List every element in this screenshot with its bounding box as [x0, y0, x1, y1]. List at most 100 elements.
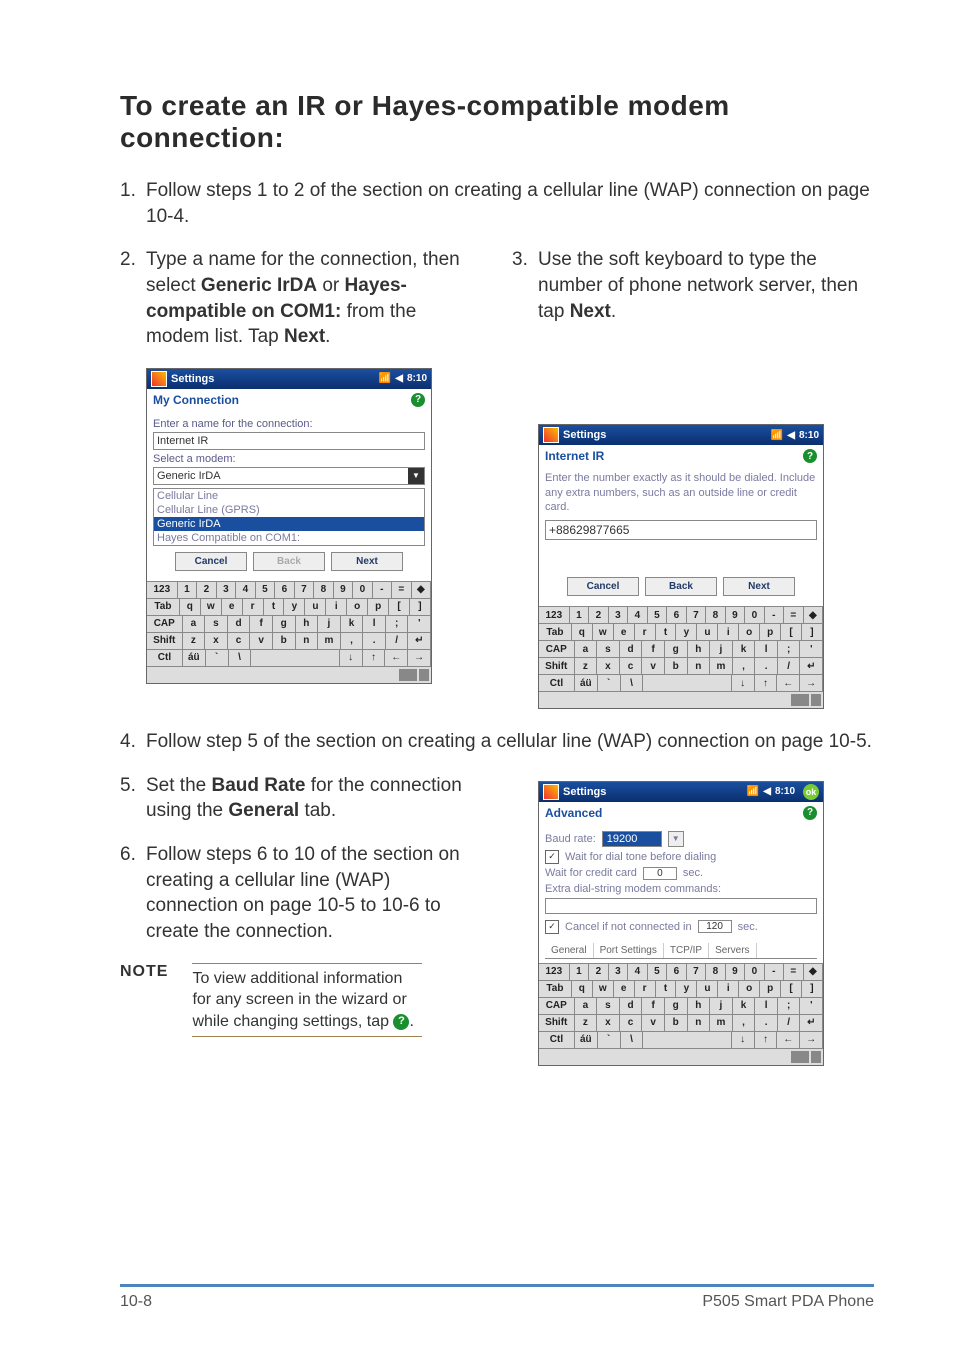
key[interactable]: r [243, 599, 264, 616]
enter-key-icon[interactable]: ↵ [800, 658, 823, 675]
key[interactable]: h [688, 641, 711, 658]
key[interactable]: 2 [589, 607, 609, 624]
key[interactable]: w [593, 981, 614, 998]
key[interactable]: k [341, 616, 364, 633]
key[interactable]: [ [781, 981, 802, 998]
key[interactable]: j [710, 998, 733, 1015]
key[interactable]: ' [408, 616, 431, 633]
key[interactable]: p [760, 624, 781, 641]
key[interactable]: m [710, 1015, 733, 1032]
start-flag-icon[interactable] [543, 784, 559, 800]
list-item[interactable]: Hayes Compatible on COM1: [154, 531, 424, 545]
help-icon[interactable]: ? [411, 393, 425, 407]
key[interactable]: o [739, 624, 760, 641]
tab-servers[interactable]: Servers [709, 943, 756, 958]
key[interactable]: i [718, 981, 739, 998]
key[interactable]: 6 [667, 964, 687, 981]
key[interactable]: f [642, 998, 665, 1015]
key[interactable]: 0 [745, 607, 765, 624]
arrow-right-icon[interactable]: → [800, 1032, 823, 1049]
key[interactable]: s [597, 998, 620, 1015]
key[interactable]: Ctl [147, 650, 183, 667]
cancel-checkbox[interactable]: ✓ [545, 920, 559, 934]
key[interactable]: Ctl [539, 675, 575, 692]
key[interactable]: z [183, 633, 206, 650]
key[interactable]: q [572, 981, 593, 998]
extra-commands-input[interactable] [545, 898, 817, 914]
key[interactable]: 4 [628, 964, 648, 981]
back-button[interactable]: Back [645, 577, 717, 596]
arrow-left-icon[interactable]: ← [777, 675, 800, 692]
key[interactable]: 2 [589, 964, 609, 981]
key[interactable]: d [228, 616, 251, 633]
key[interactable]: k [733, 998, 756, 1015]
key[interactable]: 6 [275, 582, 295, 599]
key[interactable]: a [183, 616, 206, 633]
key[interactable]: / [386, 633, 409, 650]
key[interactable]: ; [778, 641, 801, 658]
key[interactable]: 9 [334, 582, 354, 599]
key[interactable]: 1 [178, 582, 198, 599]
key[interactable]: 1 [570, 607, 590, 624]
key[interactable]: y [676, 624, 697, 641]
key[interactable]: r [635, 981, 656, 998]
key[interactable]: c [620, 1015, 643, 1032]
key[interactable]: Tab [539, 981, 572, 998]
tab-tcpip[interactable]: TCP/IP [664, 943, 709, 958]
baud-rate-select[interactable]: 19200 [602, 831, 662, 847]
key[interactable]: x [597, 658, 620, 675]
key[interactable]: CAP [147, 616, 183, 633]
soft-keyboard[interactable]: 1231234567890-=◆ Tabqwertyuiop[] CAPasdf… [539, 606, 823, 708]
connection-name-input[interactable]: Internet IR [153, 432, 425, 450]
arrow-left-icon[interactable]: ← [777, 1032, 800, 1049]
key[interactable]: ◆ [412, 582, 432, 599]
keyboard-toggle-icon[interactable] [791, 694, 809, 706]
key[interactable]: - [765, 964, 785, 981]
key[interactable]: áü [575, 1032, 598, 1049]
key[interactable]: . [755, 1015, 778, 1032]
key[interactable]: 2 [197, 582, 217, 599]
key[interactable]: b [273, 633, 296, 650]
key[interactable]: t [264, 599, 285, 616]
key[interactable]: Shift [539, 1015, 575, 1032]
key[interactable]: 8 [314, 582, 334, 599]
key[interactable]: 5 [256, 582, 276, 599]
key[interactable]: m [318, 633, 341, 650]
key[interactable]: 9 [726, 964, 746, 981]
key[interactable]: n [296, 633, 319, 650]
arrow-down-icon[interactable]: ↓ [340, 650, 363, 667]
key[interactable]: z [575, 1015, 598, 1032]
key[interactable]: ] [802, 981, 823, 998]
key[interactable]: . [755, 658, 778, 675]
key[interactable]: ; [386, 616, 409, 633]
cancel-button[interactable]: Cancel [567, 577, 639, 596]
enter-key-icon[interactable]: ↵ [800, 1015, 823, 1032]
credit-card-seconds-input[interactable]: 0 [643, 867, 677, 880]
key[interactable]: 9 [726, 607, 746, 624]
arrow-icon[interactable] [811, 694, 821, 706]
key[interactable]: g [665, 641, 688, 658]
key[interactable]: f [250, 616, 273, 633]
key[interactable]: 7 [687, 964, 707, 981]
key[interactable]: 5 [648, 964, 668, 981]
key[interactable]: \ [229, 650, 252, 667]
key[interactable]: x [205, 633, 228, 650]
key[interactable]: j [318, 616, 341, 633]
key[interactable]: 0 [745, 964, 765, 981]
dialtone-checkbox[interactable]: ✓ [545, 850, 559, 864]
key[interactable]: CAP [539, 641, 575, 658]
key[interactable]: b [665, 1015, 688, 1032]
key[interactable]: t [656, 981, 677, 998]
key[interactable]: v [642, 658, 665, 675]
key[interactable]: a [575, 641, 598, 658]
key[interactable]: l [755, 641, 778, 658]
key[interactable]: p [760, 981, 781, 998]
chevron-down-icon[interactable]: ▼ [668, 831, 684, 847]
next-button[interactable]: Next [331, 552, 403, 571]
phone-number-input[interactable]: +88629877665 [545, 520, 817, 540]
next-button[interactable]: Next [723, 577, 795, 596]
key[interactable]: v [642, 1015, 665, 1032]
key[interactable]: ◆ [804, 607, 824, 624]
list-item-selected[interactable]: Generic IrDA [154, 517, 424, 531]
key[interactable]: x [597, 1015, 620, 1032]
